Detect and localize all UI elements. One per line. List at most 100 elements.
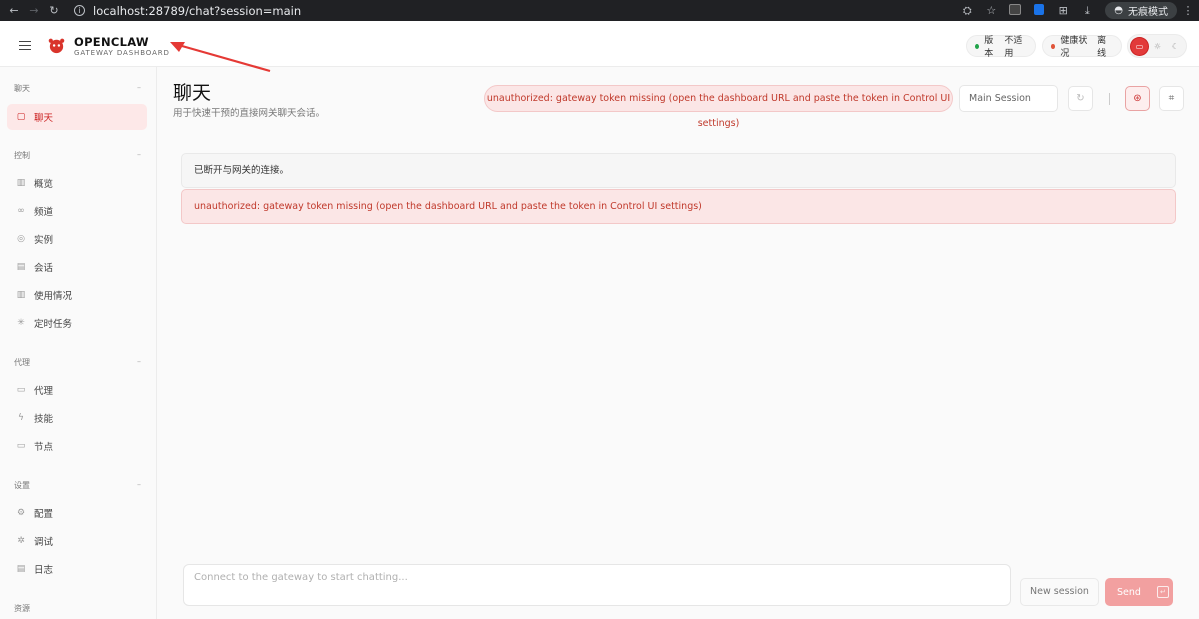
sidebar-item-cron[interactable]: ✳ 定时任务 (7, 310, 147, 336)
sidebar-item-overview[interactable]: ▥ 概览 (7, 170, 147, 196)
sidebar-item-label: 使用情况 (34, 291, 73, 302)
extension-icon[interactable] (1027, 3, 1051, 18)
download-icon[interactable]: ⤓ (1075, 4, 1099, 18)
health-badge: 健康状况 离线 (1042, 35, 1122, 59)
browser-menu-icon[interactable]: ⋮ (1177, 4, 1199, 17)
bug-icon: ✲ (17, 536, 25, 546)
refresh-icon[interactable]: ↻ (1068, 86, 1093, 111)
section-header-settings[interactable]: 设置 – (14, 480, 141, 491)
sidebar-item-label: 实例 (34, 235, 54, 246)
sidebar-item-debug[interactable]: ✲ 调试 (7, 528, 147, 554)
sidebar-item-usage[interactable]: ▥ 使用情况 (7, 282, 147, 308)
sidebar-item-chat[interactable]: ▢ 聊天 (7, 104, 147, 130)
section-title: 资源 (14, 604, 30, 613)
sidebar-item-label: 定时任务 (34, 319, 73, 330)
status-dot-icon (1051, 43, 1056, 49)
sun-icon[interactable]: ☼ (1149, 38, 1166, 55)
annotation-arrow (170, 42, 271, 73)
menu-toggle-icon[interactable] (19, 41, 31, 50)
folder-icon: ▭ (16, 385, 26, 395)
gear-icon: ⚙ (16, 508, 26, 518)
sidebar-item-label: 代理 (34, 386, 54, 397)
collapse-icon[interactable]: – (137, 83, 141, 92)
incognito-label: 无痕模式 (1128, 7, 1168, 18)
translate-icon[interactable]: ⛭ (955, 4, 979, 18)
monitor-icon: ▭ (16, 441, 26, 451)
sidebar-item-logs[interactable]: ▤ 日志 (7, 556, 147, 582)
health-value: 离线 (1097, 36, 1107, 59)
error-message: unauthorized: gateway token missing (ope… (181, 189, 1176, 224)
sidebar-item-skills[interactable]: ϟ 技能 (7, 405, 147, 431)
sidebar-item-label: 频道 (34, 207, 54, 218)
sidebar-item-label: 概览 (34, 179, 54, 190)
incognito-icon: ◓ (1114, 5, 1123, 16)
collapse-icon[interactable]: – (137, 150, 141, 159)
reload-icon[interactable]: ↻ (44, 4, 64, 17)
sidebar-item-label: 技能 (34, 414, 54, 425)
chat-bubble-icon: ▢ (16, 112, 26, 122)
sidebar-item-label: 聊天 (34, 113, 54, 124)
scroll-icon: ▤ (16, 564, 26, 574)
section-title: 代理 (14, 358, 30, 367)
sidebar-item-instances[interactable]: ◎ 实例 (7, 226, 147, 252)
radio-signal-icon: ◎ (17, 234, 25, 244)
bar-chart-icon: ▥ (16, 290, 26, 300)
chat-input[interactable] (183, 564, 1011, 606)
page-subtitle: 用于快速干预的直接网关聊天会话。 (173, 108, 326, 119)
health-label: 健康状况 (1060, 36, 1088, 59)
site-info-icon[interactable]: i (74, 5, 85, 16)
sidebar-item-label: 会话 (34, 263, 54, 274)
url-text: localhost:28789/chat?session=main (93, 3, 302, 18)
disconnected-notice: 已断开与网关的连接。 (181, 153, 1176, 188)
section-header-control[interactable]: 控制 – (14, 150, 141, 161)
sidebar-item-label: 调试 (34, 537, 54, 548)
section-header-resources[interactable]: 资源 (14, 603, 141, 614)
focus-mode-icon[interactable]: ⌗ (1159, 86, 1184, 111)
puzzle-extensions-icon[interactable]: ⊞ (1051, 4, 1075, 17)
browser-toolbar: ← → ↻ i localhost:28789/chat?session=mai… (0, 0, 1199, 21)
new-session-button[interactable]: New session (1020, 578, 1099, 606)
bar-chart-icon: ▥ (16, 178, 26, 188)
lightning-icon: ϟ (18, 413, 24, 423)
sidebar-item-label: 日志 (34, 565, 54, 576)
moon-icon[interactable]: ☾ (1167, 38, 1184, 55)
sidebar-item-config[interactable]: ⚙ 配置 (7, 500, 147, 526)
monitor-theme-icon[interactable]: ▭ (1131, 38, 1148, 55)
send-button[interactable]: Send ↵ (1105, 578, 1173, 606)
brain-icon[interactable]: ⊛ (1125, 86, 1150, 111)
sidebar: 聊天 – ▢ 聊天 控制 – ▥ 概览 ∞ 频道 ◎ 实例 ▤ 会话 ▥ 使用情… (0, 67, 157, 619)
incognito-badge[interactable]: ◓ 无痕模式 (1105, 2, 1177, 19)
theme-switcher: ▭ ☼ ☾ (1127, 34, 1187, 58)
version-value: 不适用 (1004, 36, 1023, 59)
extension-icon[interactable] (1003, 3, 1027, 18)
link-icon: ∞ (17, 206, 25, 216)
forward-icon[interactable]: → (24, 4, 44, 17)
sidebar-item-label: 配置 (34, 509, 54, 520)
brand-subtitle: GATEWAY DASHBOARD (74, 49, 170, 57)
section-title: 设置 (14, 481, 30, 490)
address-bar[interactable]: i localhost:28789/chat?session=main (74, 0, 301, 21)
document-icon: ▤ (16, 262, 26, 272)
divider (1109, 93, 1110, 105)
version-badge: 版本 不适用 (966, 35, 1036, 59)
sidebar-item-nodes[interactable]: ▭ 节点 (7, 433, 147, 459)
status-dot-icon (975, 43, 980, 49)
sidebar-item-agents[interactable]: ▭ 代理 (7, 377, 147, 403)
section-header-chat[interactable]: 聊天 – (14, 83, 141, 94)
error-banner: unauthorized: gateway token missing (ope… (484, 85, 953, 129)
version-label: 版本 (984, 36, 994, 59)
bookmark-star-icon[interactable]: ☆ (979, 4, 1003, 17)
page-title: 聊天 (173, 82, 212, 104)
section-header-agents[interactable]: 代理 – (14, 357, 141, 368)
section-title: 聊天 (14, 84, 30, 93)
collapse-icon[interactable]: – (137, 357, 141, 366)
sidebar-item-sessions[interactable]: ▤ 会话 (7, 254, 147, 280)
loader-icon: ✳ (17, 318, 25, 328)
sidebar-item-channels[interactable]: ∞ 频道 (7, 198, 147, 224)
collapse-icon[interactable]: – (137, 480, 141, 489)
session-select[interactable]: Main Session (959, 85, 1058, 112)
sidebar-item-label: 节点 (34, 442, 54, 453)
back-icon[interactable]: ← (4, 4, 24, 17)
send-label: Send (1117, 586, 1141, 598)
enter-key-icon: ↵ (1156, 586, 1169, 598)
